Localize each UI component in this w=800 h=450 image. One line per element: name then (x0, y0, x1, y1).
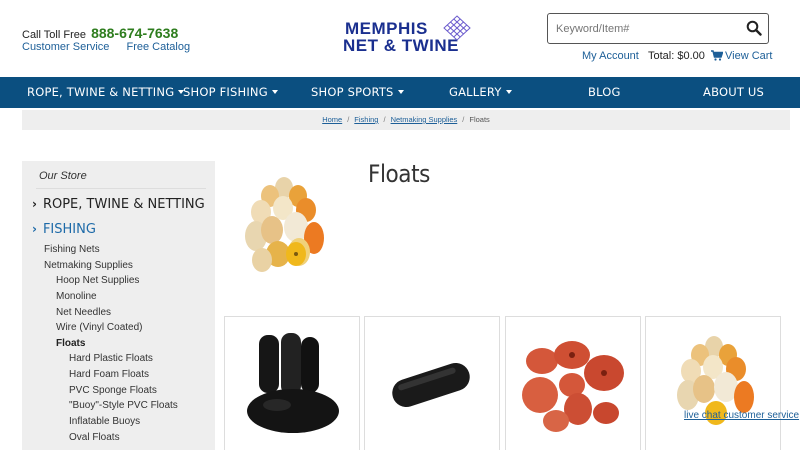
search-input[interactable] (548, 14, 738, 43)
sidebar-item-hard-plastic-floats[interactable]: Hard Plastic Floats (69, 353, 153, 364)
phone-number[interactable]: 888-674-7638 (91, 25, 178, 41)
shopping-cart-icon (711, 50, 724, 61)
my-account-link[interactable]: My Account (582, 50, 639, 62)
store-sidebar: Our Store › ROPE, TWINE & NETTING › FISHIN… (22, 161, 215, 450)
chevron-right-icon: › (32, 197, 37, 211)
product-card-pvc-sponge-floats[interactable] (505, 316, 641, 450)
free-catalog-link[interactable]: Free Catalog (126, 41, 190, 53)
sidebar-item-oval-floats[interactable]: Oval Floats (69, 432, 120, 443)
toll-free-line: Call Toll Free 888-674-7638 (22, 25, 178, 41)
nav-item-about-us[interactable]: About Us (703, 77, 764, 108)
nav-label: Gallery (449, 85, 502, 99)
product-card-hard-foam-floats[interactable] (364, 316, 500, 450)
live-chat-link[interactable]: live chat customer service (684, 410, 799, 421)
nav-label: Shop Fishing (183, 85, 268, 99)
sidebar-item-label: FISHING (42, 222, 96, 237)
caret-down-icon (271, 90, 278, 94)
breadcrumb-netmaking-supplies[interactable]: Netmaking Supplies (391, 115, 458, 124)
logo-text-line2: NET & TWINE (343, 36, 459, 55)
main-nav: Rope, Twine & Netting Shop Fishing Shop … (0, 77, 800, 108)
breadcrumb: Home / Fishing / Netmaking Supplies / Floats (22, 110, 790, 130)
sidebar-item-rope-twine-netting[interactable]: › ROPE, TWINE & NETTING (32, 197, 205, 212)
logo-text-line1: MEMPHIS (345, 19, 428, 38)
caret-down-icon (397, 90, 404, 94)
product-card-buoy-style-pvc-floats[interactable] (645, 316, 781, 450)
sidebar-item-monoline[interactable]: Monoline (56, 291, 97, 302)
category-image-floats (245, 177, 324, 272)
breadcrumb-fishing[interactable]: Fishing (354, 115, 378, 124)
sidebar-item-inflatable-buoys[interactable]: Inflatable Buoys (69, 416, 140, 427)
view-cart-label: View Cart (725, 50, 773, 62)
cart-total: Total: $0.00 (648, 50, 705, 62)
nav-item-rope-twine-netting[interactable]: Rope, Twine & Netting (27, 77, 185, 108)
product-image-black-oval-float (392, 362, 470, 408)
nav-item-shop-fishing[interactable]: Shop Fishing (183, 77, 278, 108)
sidebar-item-floats[interactable]: Floats (56, 338, 85, 349)
product-image-black-floats (247, 333, 339, 433)
page-title: Floats (368, 160, 430, 188)
sidebar-item-net-needles[interactable]: Net Needles (56, 307, 111, 318)
nav-item-gallery[interactable]: Gallery (449, 77, 512, 108)
sidebar-item-hard-foam-floats[interactable]: Hard Foam Floats (69, 369, 149, 380)
sidebar-item-hoop-net-supplies[interactable]: Hoop Net Supplies (56, 275, 139, 286)
product-card-hard-plastic-floats[interactable] (224, 316, 360, 450)
breadcrumb-home[interactable]: Home (322, 115, 342, 124)
sidebar-item-wire-vinyl-coated[interactable]: Wire (Vinyl Coated) (56, 322, 143, 333)
nav-item-blog[interactable]: Blog (588, 77, 621, 108)
customer-service-link[interactable]: Customer Service (22, 41, 109, 53)
sidebar-item-netmaking-supplies[interactable]: Netmaking Supplies (44, 260, 133, 271)
nav-item-shop-sports[interactable]: Shop Sports (311, 77, 404, 108)
product-image-mixed-floats (677, 336, 754, 425)
search-box (547, 13, 769, 44)
view-cart-link[interactable]: View Cart (711, 50, 772, 62)
caret-down-icon (505, 90, 512, 94)
site-logo[interactable]: MEMPHIS NET & TWINE (343, 15, 475, 55)
header-links: Customer Service Free Catalog (22, 41, 204, 53)
sidebar-divider (36, 188, 206, 189)
search-icon[interactable] (746, 20, 762, 41)
toll-free-label: Call Toll Free (22, 29, 86, 41)
site-header: Call Toll Free 888-674-7638 Customer Ser… (0, 0, 800, 77)
sidebar-item-pvc-sponge-floats[interactable]: PVC Sponge Floats (69, 385, 157, 396)
nav-label: About Us (703, 85, 765, 99)
product-image-orange-sponge-floats (522, 341, 624, 432)
sidebar-item-buoy-style-pvc-floats[interactable]: "Buoy"-Style PVC Floats (69, 400, 178, 411)
nav-label: Rope, Twine & Netting (27, 85, 175, 99)
chevron-right-icon: › (32, 222, 37, 236)
sidebar-item-label: ROPE, TWINE & NETTING (42, 197, 205, 212)
sidebar-item-fishing-nets[interactable]: Fishing Nets (44, 244, 100, 255)
sidebar-item-fishing[interactable]: › FISHING (32, 222, 96, 237)
nav-label: Blog (588, 85, 621, 99)
sidebar-title: Our Store (39, 170, 87, 182)
net-diamond-icon (443, 15, 471, 41)
breadcrumb-current: Floats (469, 115, 490, 124)
nav-label: Shop Sports (311, 85, 394, 99)
